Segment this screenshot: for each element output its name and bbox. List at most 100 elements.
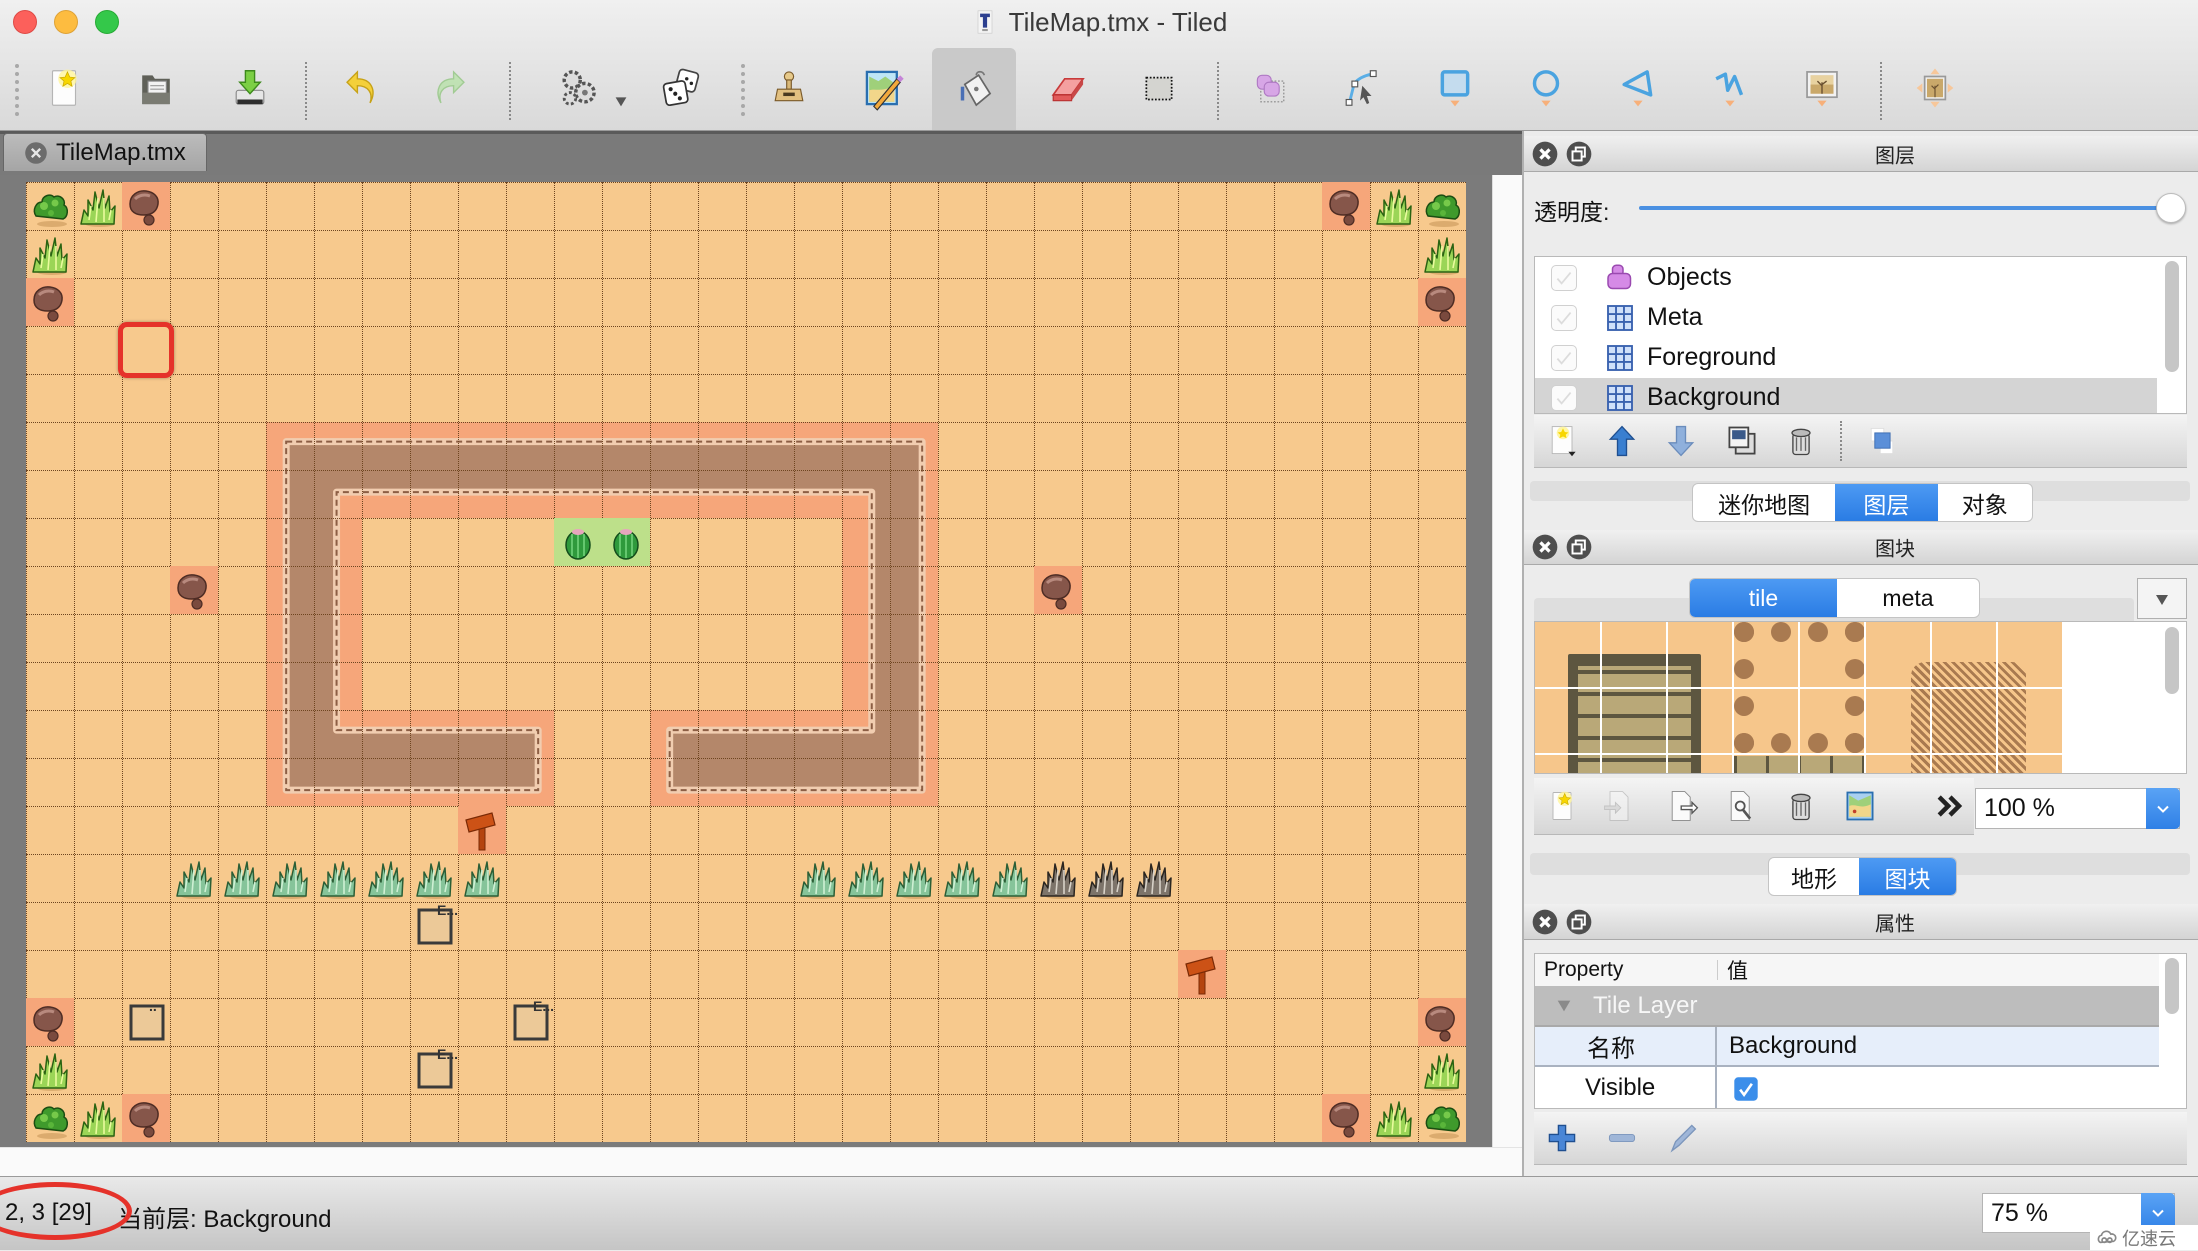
remove-property-icon[interactable] [1604, 1120, 1640, 1156]
watermark-text: 亿速云 [2122, 1228, 2176, 1249]
insert-polygon-button[interactable] [1607, 57, 1669, 119]
properties-scrollbar-thumb[interactable] [2165, 958, 2179, 1014]
layer-visibility-checkbox[interactable] [1551, 305, 1577, 331]
commands-button[interactable] [547, 57, 609, 119]
tab-tilesets[interactable]: 图块 [1859, 858, 1956, 895]
import-tileset-icon[interactable] [1601, 788, 1637, 824]
redo-button[interactable] [418, 57, 480, 119]
undo-button[interactable] [331, 57, 393, 119]
tab-tileset-tile[interactable]: tile [1690, 579, 1837, 617]
random-mode-button[interactable] [650, 57, 712, 119]
tileset-properties-icon[interactable] [1724, 788, 1760, 824]
map-grid-line [26, 1094, 1466, 1095]
map-horizontal-scrollbar[interactable] [0, 1147, 1522, 1176]
document-tab[interactable]: TileMap.tmx [3, 133, 207, 171]
delete-tileset-icon[interactable] [1783, 788, 1819, 824]
tab-close-icon[interactable] [24, 141, 48, 165]
dock-close-icon[interactable] [1532, 909, 1558, 935]
layer-visibility-checkbox[interactable] [1551, 345, 1577, 371]
map-object[interactable]: E... [410, 902, 458, 950]
layer-visibility-checkbox[interactable] [1551, 265, 1577, 291]
edit-polygons-button[interactable] [1329, 57, 1391, 119]
dock-close-icon[interactable] [1532, 534, 1558, 560]
map-vertical-scrollbar[interactable] [1492, 175, 1522, 1147]
insert-rectangle-button[interactable] [1424, 57, 1486, 119]
move-image-button[interactable] [1904, 57, 1966, 119]
opacity-slider-handle[interactable] [2156, 193, 2186, 223]
add-property-icon[interactable] [1544, 1120, 1580, 1156]
layer-row-objects[interactable]: Objects [1535, 258, 2157, 298]
select-objects-button[interactable] [1239, 57, 1301, 119]
commands-dropdown-arrow-icon[interactable] [612, 92, 630, 110]
open-map-button[interactable] [125, 57, 187, 119]
tileset-tabs: tile meta [1689, 578, 1980, 618]
map-object[interactable]: E... [506, 998, 554, 1046]
bucket-fill-button[interactable] [932, 48, 1016, 130]
column-header-property[interactable]: Property [1544, 958, 1623, 982]
tileset-image[interactable] [1535, 622, 2063, 773]
visible-checkbox[interactable] [1733, 1076, 1759, 1102]
edit-terrain-icon[interactable] [1842, 788, 1878, 824]
insert-polyline-button[interactable] [1699, 57, 1761, 119]
tileset-menu-button[interactable] [2137, 578, 2187, 619]
overflow-chevron-icon[interactable] [1932, 788, 1968, 824]
property-row-visible[interactable]: Visible [1535, 1067, 2159, 1108]
toolbar-handle[interactable] [15, 64, 19, 116]
layer-row-meta[interactable]: Meta [1535, 298, 2157, 338]
property-row-name[interactable]: 名称 Background [1535, 1027, 2159, 1067]
stamp-brush-button[interactable] [758, 57, 820, 119]
map-object[interactable]: E... [410, 1046, 458, 1094]
tab-tileset-meta[interactable]: meta [1837, 579, 1979, 617]
tileset-view[interactable] [1534, 621, 2187, 774]
new-tileset-icon[interactable] [1544, 788, 1580, 824]
duplicate-layer-icon[interactable] [1724, 423, 1760, 459]
tab-objects[interactable]: 对象 [1938, 484, 2032, 521]
chevron-down-icon[interactable] [2146, 788, 2180, 829]
property-value-name[interactable]: Background [1729, 1032, 1857, 1060]
open-folder-icon [133, 65, 179, 111]
rectangular-select-button[interactable] [1128, 57, 1190, 119]
tileset-scrollbar-thumb[interactable] [2165, 627, 2179, 694]
map-tile-dead-shrub [1034, 854, 1082, 902]
new-map-button[interactable] [33, 57, 95, 119]
layer-row-background[interactable]: Background [1535, 378, 2157, 413]
toggle-other-layers-icon[interactable] [1864, 423, 1900, 459]
insert-ellipse-button[interactable] [1515, 57, 1577, 119]
map-tile-dead-shrub [1130, 854, 1178, 902]
dock-close-icon[interactable] [1532, 141, 1558, 167]
layer-visibility-checkbox[interactable] [1551, 385, 1577, 411]
lower-layer-icon[interactable] [1663, 423, 1699, 459]
tileset-zoom-combo[interactable]: 100 % [1975, 788, 2180, 829]
export-tileset-icon[interactable] [1665, 788, 1701, 824]
dock-float-icon[interactable] [1566, 909, 1592, 935]
map-tile-rock [1034, 566, 1082, 614]
tab-layers[interactable]: 图层 [1835, 484, 1938, 521]
map-tile-grass [74, 182, 122, 230]
map-object[interactable]: .. [122, 998, 170, 1046]
tile-map-canvas[interactable]: E..... E... E... [26, 182, 1466, 1142]
add-layer-icon[interactable] [1545, 423, 1581, 459]
opacity-slider-track[interactable] [1639, 206, 2173, 210]
column-header-value[interactable]: 值 [1727, 955, 1748, 985]
tab-terrains[interactable]: 地形 [1769, 858, 1859, 895]
property-group-row[interactable]: Tile Layer [1535, 986, 2159, 1027]
map-tile-shrub [410, 854, 458, 902]
layer-list-scrollbar-thumb[interactable] [2165, 261, 2179, 372]
window-toolbar-area: TileMap.tmx - Tiled [0, 0, 2198, 131]
map-tile-grass [1370, 1094, 1418, 1142]
eraser-button[interactable] [1036, 57, 1098, 119]
terrain-brush-button[interactable] [852, 57, 914, 119]
insert-tile-button[interactable] [1791, 57, 1853, 119]
collapse-triangle-icon[interactable] [1555, 997, 1573, 1015]
tab-minimap[interactable]: 迷你地图 [1693, 484, 1835, 521]
dock-float-icon[interactable] [1566, 141, 1592, 167]
save-map-button[interactable] [219, 57, 281, 119]
layer-row-foreground[interactable]: Foreground [1535, 338, 2157, 378]
map-grid-line [26, 518, 1466, 519]
toolbar-handle[interactable] [741, 64, 745, 116]
delete-layer-icon[interactable] [1783, 423, 1819, 459]
rename-property-icon[interactable] [1663, 1120, 1699, 1156]
dock-float-icon[interactable] [1566, 534, 1592, 560]
object-layer-icon [1605, 263, 1635, 293]
raise-layer-icon[interactable] [1604, 423, 1640, 459]
